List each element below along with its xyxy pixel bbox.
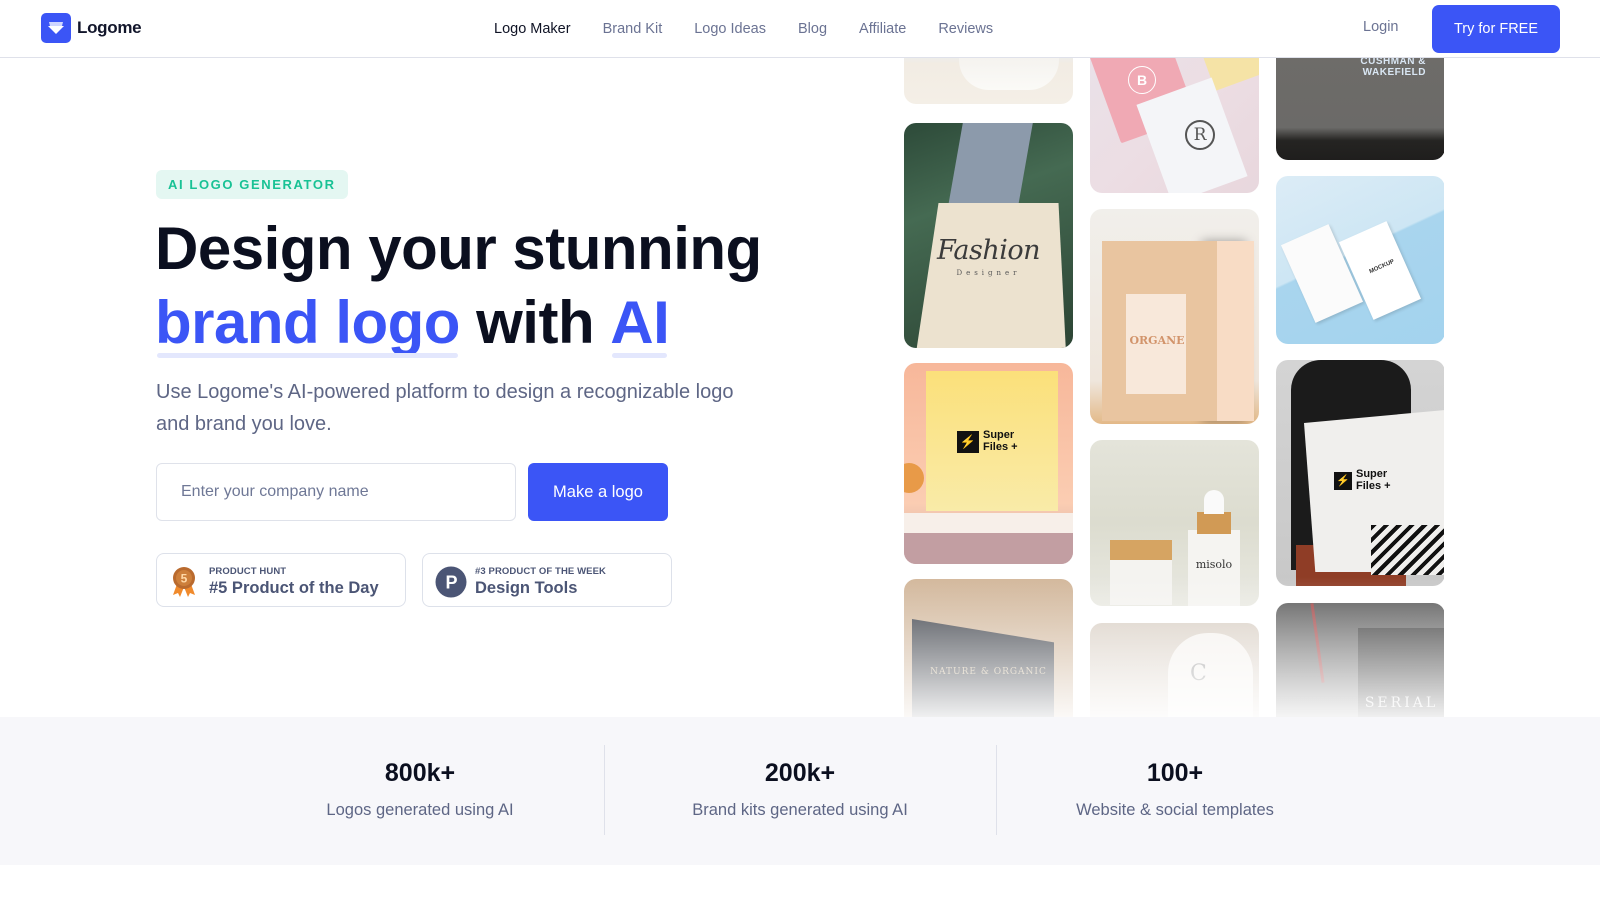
product-of-week-award[interactable]: P #3 PRODUCT OF THE WEEK Design Tools [422, 553, 672, 607]
nav-blog[interactable]: Blog [798, 21, 827, 37]
mockup-gallery: Fashion Designer ⚡ Super Files + NATURE … [904, 58, 1444, 717]
nav-logo-maker[interactable]: Logo Maker [494, 21, 571, 37]
brand-name: Logome [77, 18, 142, 37]
mockup-cards: MOCKUP [1276, 176, 1444, 344]
cushman-wakefield-text: CUSHMAN & WAKEFIELD [1360, 58, 1426, 78]
medal-icon: 5 [169, 566, 199, 598]
brand-logo[interactable]: Logome [41, 13, 142, 43]
nav-affiliate[interactable]: Affiliate [859, 21, 906, 37]
stat-value: 100+ [1146, 759, 1204, 787]
ai-logo-generator-badge: AI LOGO GENERATOR [156, 170, 348, 199]
stat-brand-kits: 200k+ Brand kits generated using AI [650, 745, 950, 835]
nature-organic-box-mockup: NATURE & ORGANIC [904, 579, 1073, 717]
award-title: Design Tools [475, 579, 578, 597]
stat-divider [604, 745, 605, 835]
stat-value: 800k+ [384, 759, 456, 787]
stat-templates: 100+ Website & social templates [1025, 745, 1325, 835]
stat-label: Brand kits generated using AI [692, 801, 908, 819]
headline-with: with [459, 289, 611, 356]
nav-logo-ideas[interactable]: Logo Ideas [694, 21, 766, 37]
misolo-text: misolo [1195, 558, 1233, 571]
product-hunt-icon: P [435, 566, 467, 598]
site-header: Logome Logo Maker Brand Kit Logo Ideas B… [0, 0, 1600, 58]
hero-subtitle: Use Logome's AI-powered platform to desi… [156, 381, 734, 435]
award-title: #5 Product of the Day [209, 579, 379, 597]
mug-mockup [904, 58, 1073, 104]
super-files-tote-text: Super Files + [1356, 468, 1391, 492]
cap-mockup: C [1090, 623, 1259, 717]
company-name-input[interactable] [157, 464, 515, 520]
stat-logos: 800k+ Logos generated using AI [270, 745, 570, 835]
stat-value: 200k+ [764, 759, 836, 787]
serial-bottle-mockup: SERIAL [1276, 603, 1444, 717]
super-files-box-mockup: ⚡ Super Files + [904, 363, 1073, 564]
diamond-logo-icon [41, 13, 71, 43]
headline-highlight-ai: AI [610, 286, 670, 360]
nav-reviews[interactable]: Reviews [938, 21, 993, 37]
try-for-free-button[interactable]: Try for FREE [1432, 5, 1560, 53]
login-link[interactable]: Login [1363, 19, 1398, 35]
award-source: #3 PRODUCT OF THE WEEK [475, 566, 606, 577]
headline-line-1: Design your stunning [155, 215, 762, 282]
headline-highlight-brand-logo: brand logo [155, 286, 460, 360]
make-a-logo-button[interactable]: Make a logo [528, 463, 668, 521]
award-source: PRODUCT HUNT [209, 566, 287, 577]
hero-headline: Design your stunning brand logo with AI [155, 212, 762, 360]
medal-number: 5 [181, 572, 188, 586]
cushman-wakefield-sign: CUSHMAN & WAKEFIELD [1276, 58, 1444, 160]
stat-label: Website & social templates [1076, 801, 1274, 819]
organe-text: ORGANE [1129, 334, 1185, 347]
cap-letter: C [1190, 661, 1207, 686]
company-name-field [156, 463, 516, 521]
stats-band: 800k+ Logos generated using AI 200k+ Bra… [0, 717, 1600, 865]
fashion-tote-text: Fashion [936, 235, 1041, 266]
product-hunt-glyph: P [445, 573, 457, 593]
stat-label: Logos generated using AI [326, 801, 514, 819]
bolt-icon: ⚡ [957, 431, 979, 453]
business-card-b-text: B [1128, 66, 1156, 94]
serial-text: SERIAL [1364, 695, 1439, 711]
fashion-tote-mockup: Fashion Designer [904, 123, 1073, 348]
super-files-box-text: Super Files + [983, 429, 1018, 453]
fashion-tote-subtext: Designer [956, 269, 1021, 277]
super-files-tote-mockup: ⚡ Super Files + [1276, 360, 1444, 586]
nature-organic-text: NATURE & ORGANIC [930, 667, 1047, 677]
product-hunt-day-award[interactable]: 5 PRODUCT HUNT #5 Product of the Day [156, 553, 406, 607]
misolo-cosmetics-mockup: misolo [1090, 440, 1259, 606]
organe-bag-mockup: ORGANE [1090, 209, 1259, 424]
stat-divider [996, 745, 997, 835]
business-cards-mockup: B R [1090, 58, 1259, 193]
nav-brand-kit[interactable]: Brand Kit [603, 21, 663, 37]
main-nav: Logo Maker Brand Kit Logo Ideas Blog Aff… [494, 0, 1025, 58]
bolt-icon: ⚡ [1334, 472, 1352, 490]
